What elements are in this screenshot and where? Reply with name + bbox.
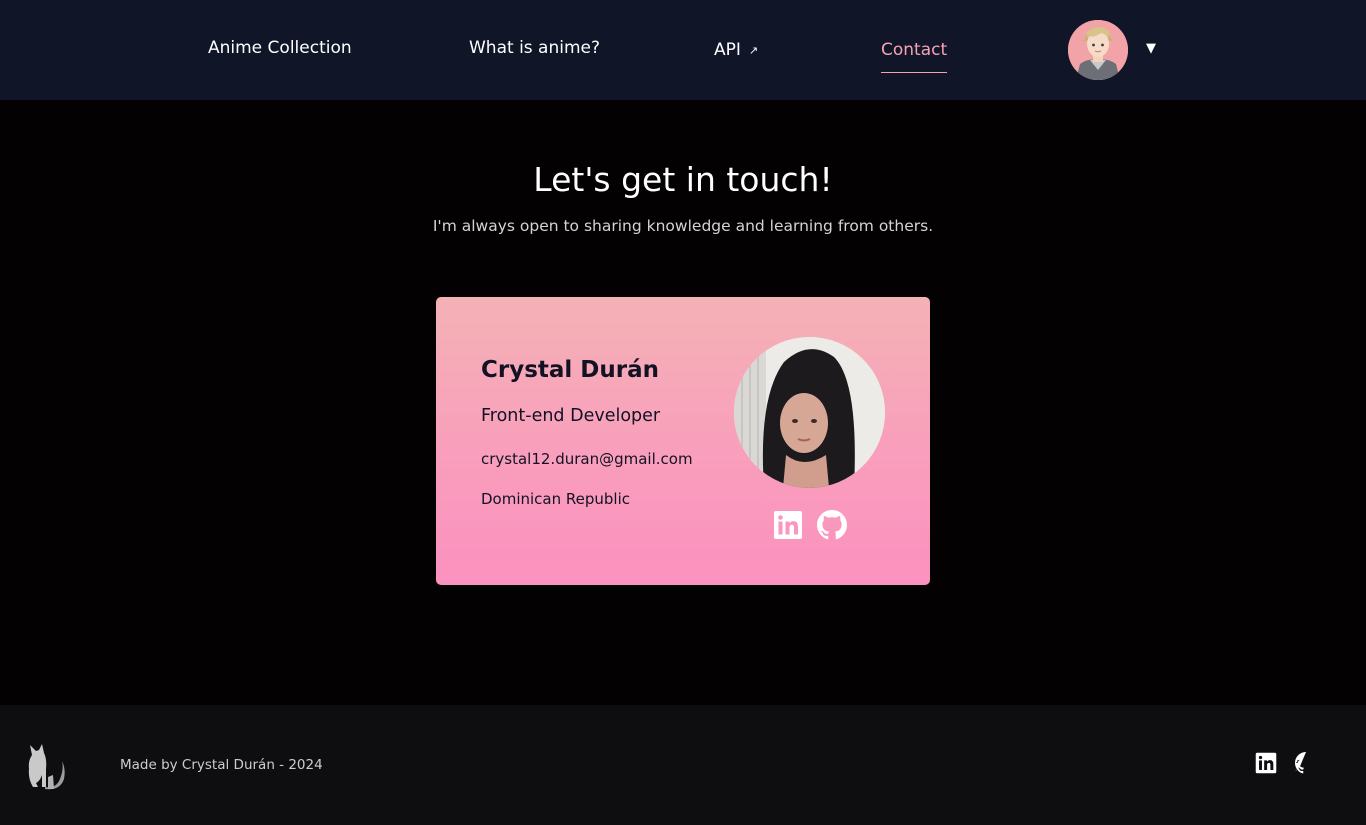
nav-link-contact[interactable]: Contact xyxy=(881,40,948,73)
top-navigation-bar: Anime Collection What is anime? API ↗ Con… xyxy=(0,0,1366,100)
external-link-icon: ↗ xyxy=(748,44,759,57)
footer-github-icon[interactable] xyxy=(1293,752,1317,774)
anime-character-avatar-icon xyxy=(1068,20,1128,80)
github-icon[interactable] xyxy=(817,510,847,540)
contact-name: Crystal Durán xyxy=(481,357,660,383)
footer-linkedin-icon[interactable] xyxy=(1255,752,1277,774)
profile-photo xyxy=(734,337,885,488)
page-title: Let's get in touch! xyxy=(533,160,833,199)
profile-portrait-icon xyxy=(734,337,885,488)
linkedin-icon[interactable] xyxy=(773,510,803,540)
contact-country: Dominican Republic xyxy=(481,490,631,508)
footer-credit: Made by Crystal Durán - 2024 xyxy=(120,757,323,773)
nav-link-anime-collection[interactable]: Anime Collection xyxy=(208,38,352,58)
page-subtitle: I'm always open to sharing knowledge and… xyxy=(432,217,934,235)
page-footer: Made by Crystal Durán - 2024 xyxy=(0,705,1366,825)
cat-logo-icon[interactable] xyxy=(26,739,74,791)
nav-link-api-label: API xyxy=(714,40,741,60)
nav-link-api[interactable]: API ↗ xyxy=(714,40,758,62)
contact-email: crystal12.duran@gmail.com xyxy=(481,450,693,468)
nav-link-what-is-anime[interactable]: What is anime? xyxy=(469,38,600,58)
contact-role: Front-end Developer xyxy=(481,406,661,426)
user-avatar[interactable] xyxy=(1068,20,1128,80)
contact-card: Crystal Durán Front-end Developer crysta… xyxy=(436,297,930,585)
user-menu-caret-icon[interactable]: ▼ xyxy=(1146,40,1156,58)
